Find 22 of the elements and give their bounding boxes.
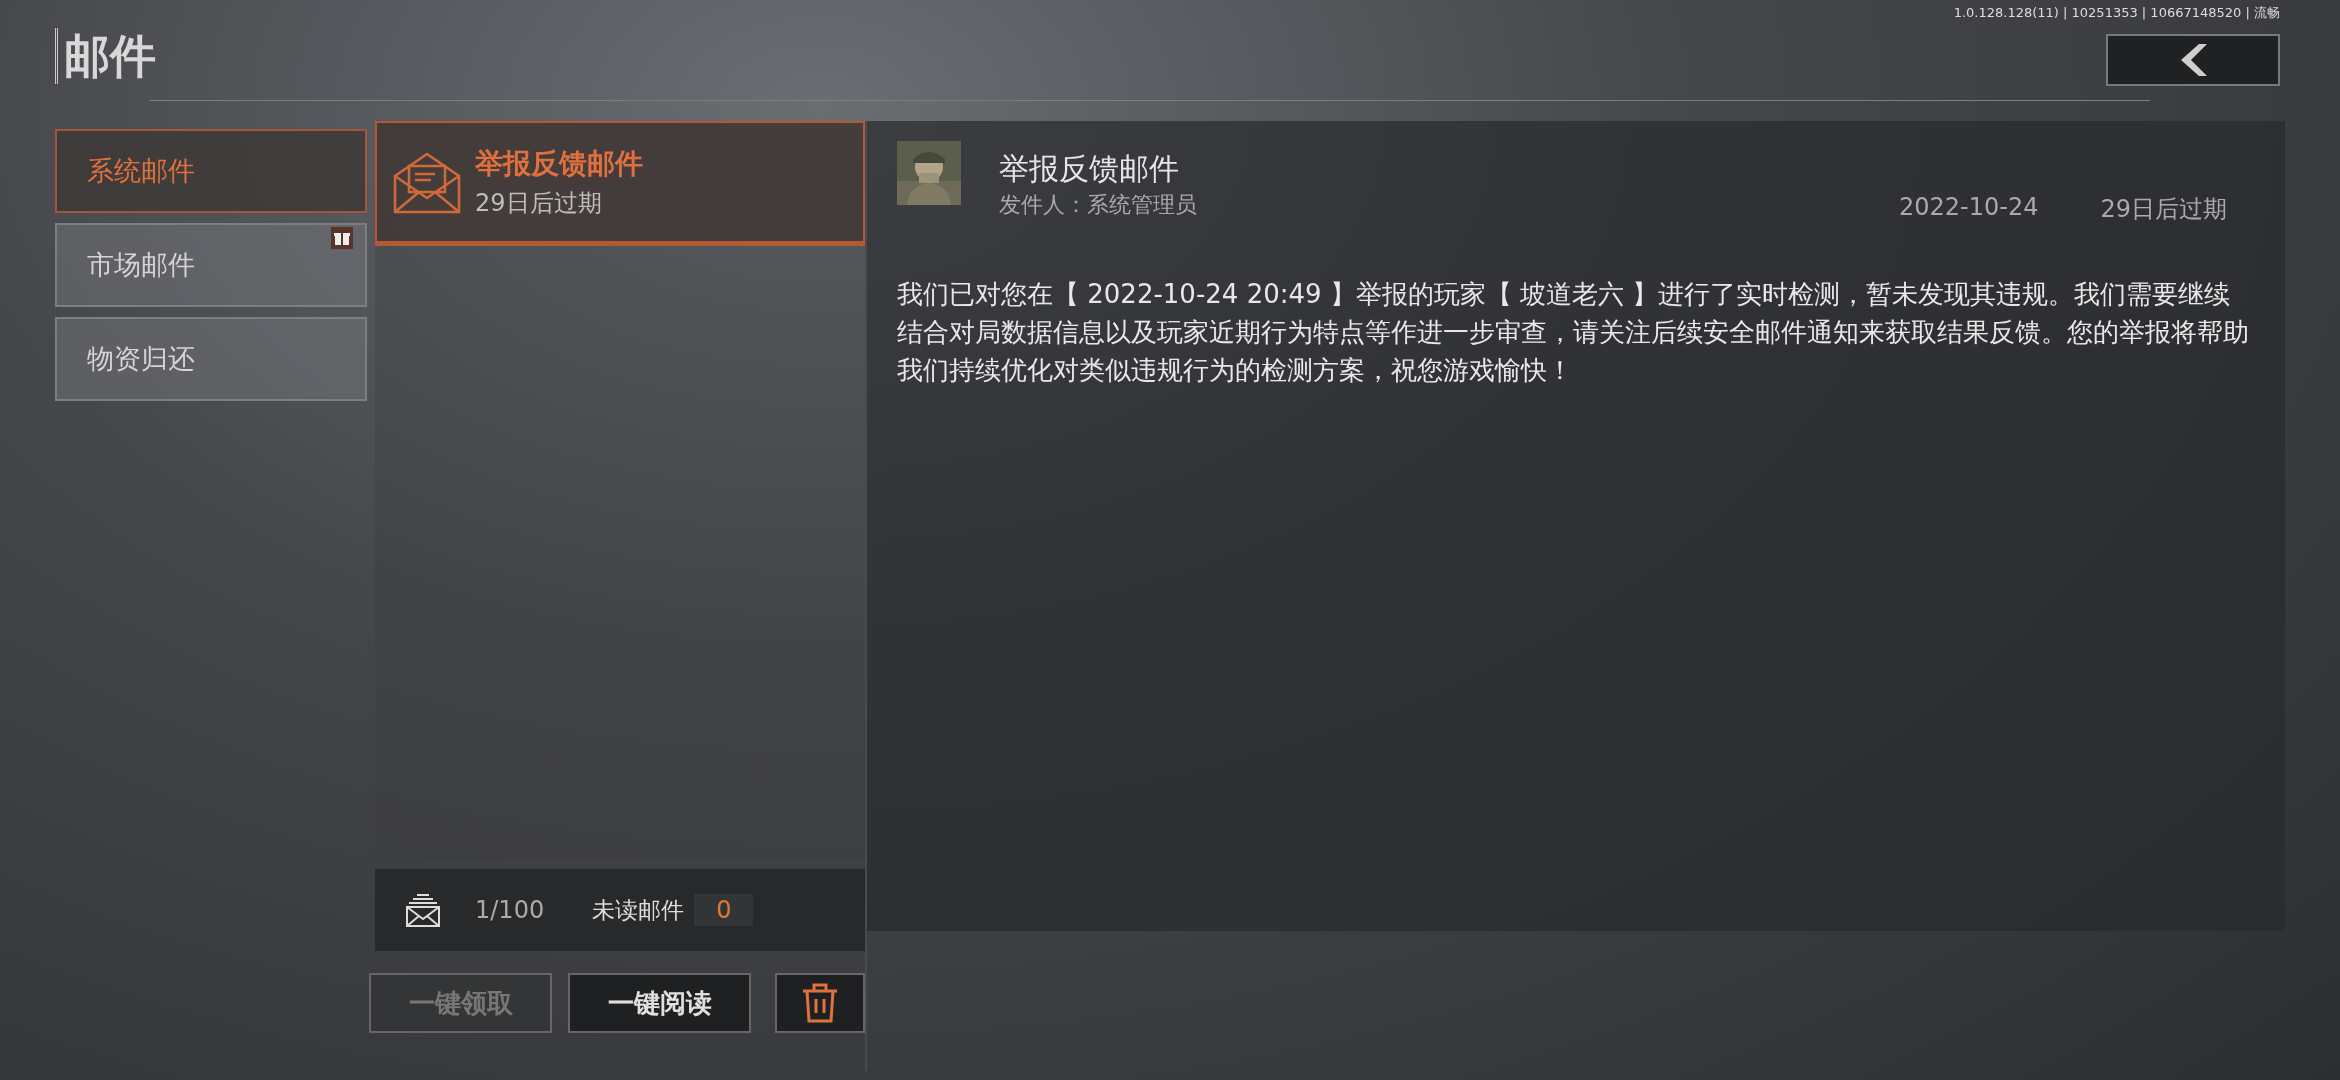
mail-title: 举报反馈邮件 (475, 146, 643, 182)
mail-sender: 发件人：系统管理员 (999, 191, 1198, 219)
envelope-icon (391, 150, 463, 214)
delete-button[interactable] (775, 973, 865, 1033)
unread-count: 0 (694, 894, 754, 926)
mail-count: 1/100 (475, 896, 545, 924)
category-tab[interactable]: 物资归还 (55, 317, 367, 401)
category-tab[interactable]: 市场邮件 (55, 223, 367, 307)
category-tab[interactable]: 系统邮件 (55, 129, 367, 213)
mail-subject: 举报反馈邮件 (999, 150, 1180, 188)
unread-label: 未读邮件 (592, 895, 685, 925)
back-button[interactable] (2106, 34, 2280, 86)
mail-date: 2022-10-24 (1898, 193, 2039, 221)
page-title: 邮件 (55, 28, 156, 84)
mail-expiry: 29日后过期 (475, 188, 603, 219)
mail-body: 我们已对您在【 2022-10-24 20:49 】举报的玩家【 坡道老六 】进行了实时检测，暂未发现其违规。我们需要继续结合对局数据信息以及玩家近期行为特点等作进一步审查，请关注后续安全邮件通知来获取结果反馈。您的举报将帮助我们持续优化对类似违规行为的检测方案，祝您游戏愉快！ (897, 278, 2250, 387)
mail-item[interactable]: 举报反馈邮件 29日后过期 (375, 121, 865, 246)
mail-expiry: 29日后过期 (2100, 194, 2227, 225)
version-info: 1.0.128.128(11) | 10251353 | 10667148520 | 流畅 (1953, 4, 2280, 22)
trash-icon (802, 983, 839, 1023)
mail-stack-icon (405, 892, 441, 928)
action-button[interactable]: 一键阅读 (568, 973, 752, 1033)
